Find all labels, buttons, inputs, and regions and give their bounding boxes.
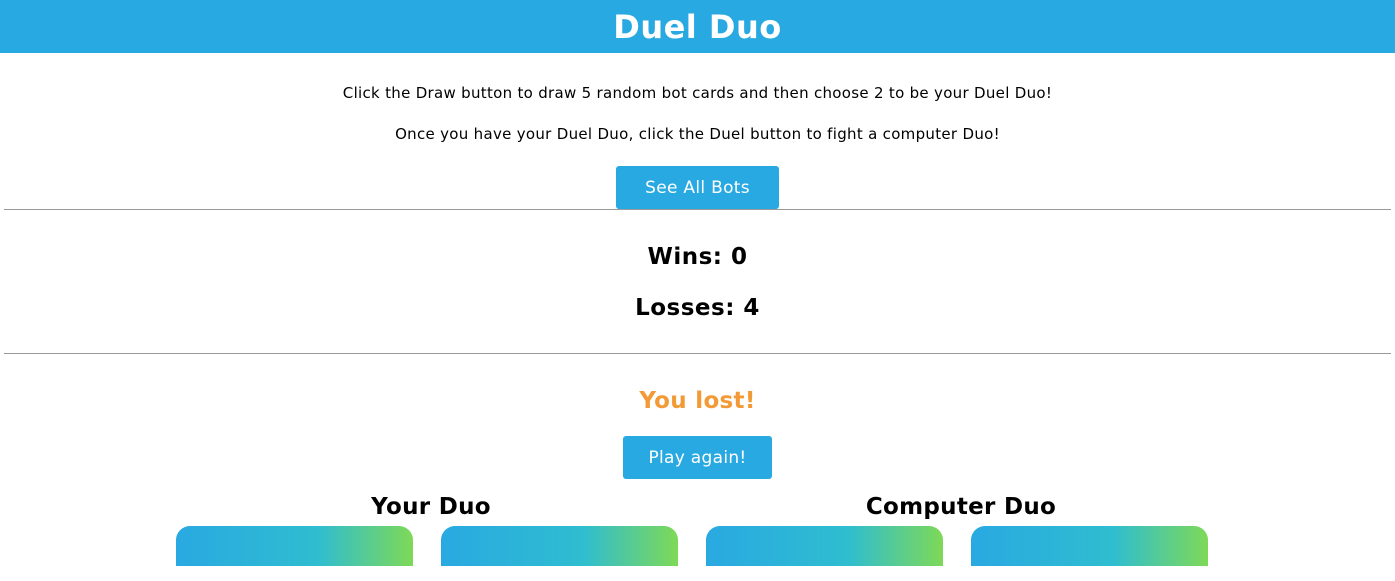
losses-count: Losses: 4 xyxy=(635,295,760,321)
your-duo-card-2 xyxy=(441,526,678,566)
app-title: Duel Duo xyxy=(613,7,782,46)
result-message: You lost! xyxy=(639,388,756,414)
play-again-button[interactable]: Play again! xyxy=(623,436,772,479)
instructions-line-draw: Click the Draw button to draw 5 random b… xyxy=(342,84,1053,102)
computer-duo-card-2 xyxy=(971,526,1208,566)
instructions-section: Click the Draw button to draw 5 random b… xyxy=(0,53,1395,209)
wins-count: Wins: 0 xyxy=(647,244,748,270)
your-duo-title: Your Duo xyxy=(371,494,491,520)
result-section: You lost! Play again! xyxy=(0,354,1395,479)
see-all-bots-button[interactable]: See All Bots xyxy=(616,166,779,209)
instructions-line-duel: Once you have your Duel Duo, click the D… xyxy=(395,125,1000,143)
computer-duo-title: Computer Duo xyxy=(865,494,1057,520)
duos-section: Your Duo Computer Duo xyxy=(0,479,1395,566)
app-header: Duel Duo xyxy=(0,0,1395,53)
your-duo-card-1 xyxy=(176,526,413,566)
stats-section: Wins: 0 Losses: 4 xyxy=(0,210,1395,353)
computer-duo-card-1 xyxy=(706,526,943,566)
